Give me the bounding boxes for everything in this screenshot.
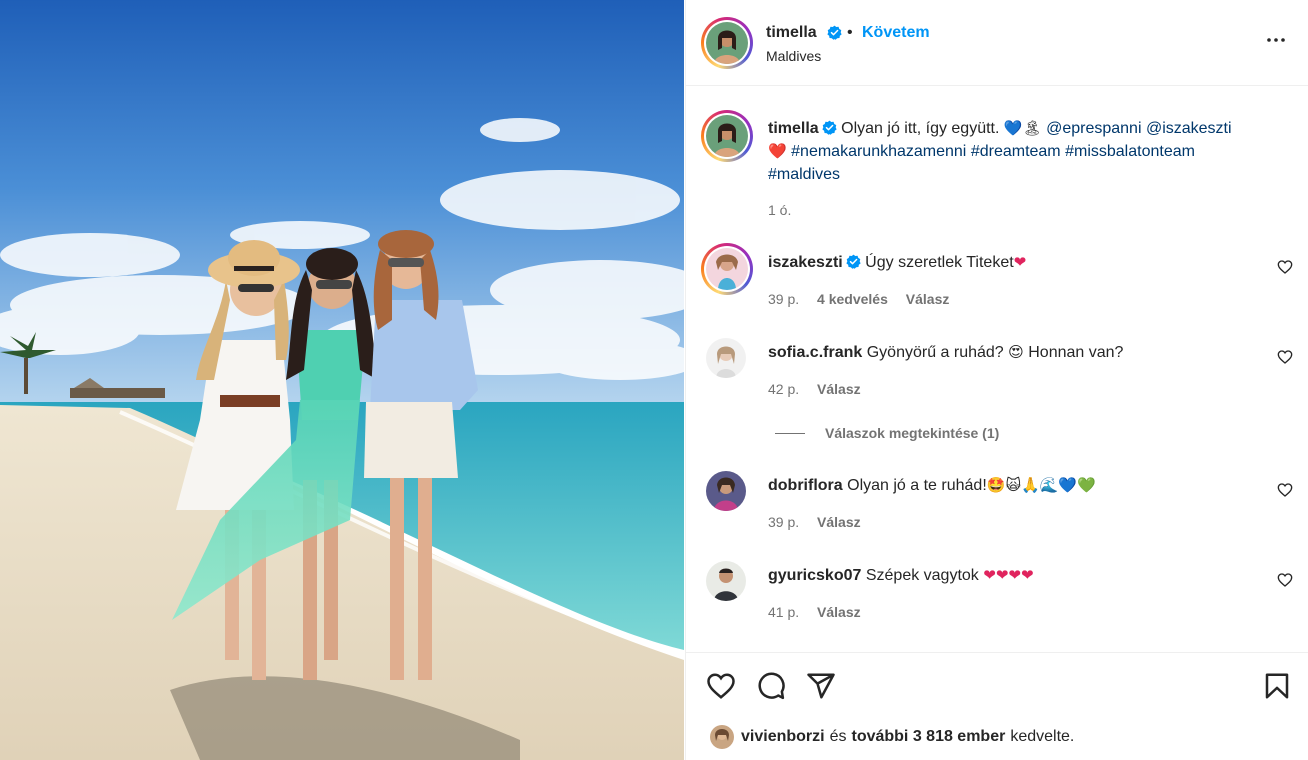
- verified-badge-icon: [822, 120, 837, 135]
- heart-icon[interactable]: [1277, 349, 1293, 365]
- comment-item: gyuricsko07 Szépek vagytok ❤❤❤❤ 41 p. Vá…: [686, 556, 1308, 636]
- comment-meta: 39 p. 4 kedvelés Válasz: [768, 291, 963, 307]
- liker-avatar[interactable]: [710, 725, 734, 749]
- comment-timestamp[interactable]: 41 p.: [768, 604, 799, 620]
- commenter-avatar[interactable]: [706, 471, 746, 511]
- hashtag-link[interactable]: #dreamteam: [971, 143, 1061, 160]
- follow-button[interactable]: Követem: [862, 24, 930, 42]
- heart-icon[interactable]: [1277, 482, 1293, 498]
- post-photo: [0, 0, 684, 760]
- heart-icon[interactable]: [1277, 572, 1293, 588]
- caption-username[interactable]: timella: [768, 120, 819, 137]
- comment-item: dobriflora Olyan jó a te ruhád!🤩🙀🙏🌊💙💚 39…: [686, 466, 1308, 546]
- red-heart-emoji: ❤: [1013, 253, 1027, 271]
- likes-others-link[interactable]: további 3 818 ember: [851, 728, 1005, 746]
- comment-line: gyuricsko07 Szépek vagytok ❤❤❤❤: [768, 566, 1034, 585]
- hashtag-link[interactable]: #missbalatonteam: [1065, 143, 1195, 160]
- author-avatar-image: [706, 22, 748, 64]
- reply-button[interactable]: Válasz: [817, 604, 861, 620]
- replies-divider: [775, 432, 805, 434]
- commenter-avatar-image: [706, 338, 746, 378]
- caption-timestamp[interactable]: 1 ó.: [768, 202, 791, 218]
- paper-plane-icon[interactable]: [806, 671, 836, 701]
- comment-username[interactable]: sofia.c.frank: [768, 344, 862, 361]
- blue-heart-emoji: 💙: [1003, 119, 1023, 137]
- comment-meta: 41 p. Válasz: [768, 604, 875, 620]
- author-avatar[interactable]: [701, 17, 753, 69]
- comment-item: iszakeszti Úgy szeretlek Titeket❤ 39 p. …: [686, 243, 1308, 323]
- comment-username[interactable]: iszakeszti: [768, 254, 843, 271]
- post-panel: timella • Követem Maldives timella Olyan…: [685, 0, 1308, 760]
- comment-timestamp[interactable]: 39 p.: [768, 291, 799, 307]
- caption-text: timella Olyan jó itt, így együtt. 💙🏝 @ep…: [768, 117, 1278, 186]
- comment-username[interactable]: dobriflora: [768, 477, 843, 494]
- comment-username[interactable]: gyuricsko07: [768, 567, 861, 584]
- verified-badge-icon: [827, 25, 842, 40]
- post-actions: vivienborzi és további 3 818 ember kedve…: [686, 652, 1308, 760]
- comment-line: sofia.c.frank Gyönyörű a ruhád? 😍 Honnan…: [768, 343, 1123, 362]
- comment-text: Olyan jó a te ruhád!: [847, 477, 987, 494]
- commenter-avatar[interactable]: [701, 243, 753, 295]
- caption-avatar-image: [706, 115, 748, 157]
- heart-eyes-emoji: 😍: [1008, 343, 1024, 361]
- commenter-avatar[interactable]: [706, 561, 746, 601]
- likes-connector: és: [829, 728, 847, 745]
- liker-username[interactable]: vivienborzi: [741, 728, 825, 746]
- commenter-avatar-image: [706, 248, 748, 290]
- bookmark-icon[interactable]: [1262, 671, 1292, 701]
- red-hearts-emoji: ❤❤❤❤: [983, 566, 1034, 584]
- mention-link[interactable]: @eprespanni: [1046, 120, 1141, 137]
- comment-line: dobriflora Olyan jó a te ruhád!🤩🙀🙏🌊💙💚: [768, 476, 1096, 495]
- comment-timestamp[interactable]: 42 p.: [768, 381, 799, 397]
- comment-text: Gyönyörű a ruhád?: [866, 344, 1004, 361]
- more-options-icon[interactable]: [1264, 28, 1288, 52]
- comment-meta: 39 p. Válasz: [768, 514, 875, 530]
- reply-button[interactable]: Válasz: [906, 291, 950, 307]
- comment-likes[interactable]: 4 kedvelés: [817, 291, 888, 307]
- header-separator: •: [847, 24, 853, 41]
- reply-button[interactable]: Válasz: [817, 381, 861, 397]
- comment-bubble-icon[interactable]: [756, 671, 786, 701]
- mention-link[interactable]: @iszakeszti: [1146, 120, 1232, 137]
- heart-icon[interactable]: [706, 671, 736, 701]
- heart-icon[interactable]: [1277, 259, 1293, 275]
- likes-suffix: kedvelte.: [1010, 728, 1075, 745]
- comment-text: Szépek vagytok: [865, 567, 979, 584]
- view-replies-button[interactable]: Válaszok megtekintése (1): [775, 425, 999, 441]
- view-replies-label: Válaszok megtekintése (1): [825, 425, 1000, 441]
- emoji-sequence: 🤩🙀🙏🌊💙💚: [986, 476, 1096, 494]
- hashtag-link[interactable]: #maldives: [768, 166, 840, 183]
- comment-text-end: Honnan van?: [1028, 344, 1124, 361]
- commenter-avatar-image: [706, 561, 746, 601]
- verified-badge-icon: [846, 254, 861, 269]
- comment-meta: 42 p. Válasz: [768, 381, 875, 397]
- comment-text: Úgy szeretlek Titeket: [865, 254, 1014, 271]
- comment-line: iszakeszti Úgy szeretlek Titeket❤: [768, 253, 1026, 272]
- beach-photo: [0, 0, 684, 760]
- hashtag-link[interactable]: #nemakarunkhazamenni: [791, 143, 966, 160]
- reply-button[interactable]: Válasz: [817, 514, 861, 530]
- caption-body: Olyan jó itt, így együtt.: [841, 120, 1000, 137]
- comment-item: sofia.c.frank Gyönyörű a ruhád? 😍 Honnan…: [686, 333, 1308, 413]
- post-header: timella • Követem Maldives: [686, 0, 1308, 86]
- island-emoji: 🏝: [1022, 119, 1042, 137]
- comment-timestamp[interactable]: 39 p.: [768, 514, 799, 530]
- red-heart-emoji: ❤️: [768, 142, 787, 160]
- post-location[interactable]: Maldives: [766, 48, 821, 64]
- author-username[interactable]: timella: [766, 24, 817, 42]
- likes-summary: vivienborzi és további 3 818 ember kedve…: [710, 725, 1074, 749]
- commenter-avatar[interactable]: [706, 338, 746, 378]
- caption-avatar[interactable]: [701, 110, 753, 162]
- commenter-avatar-image: [706, 471, 746, 511]
- liker-avatar-image: [710, 725, 734, 749]
